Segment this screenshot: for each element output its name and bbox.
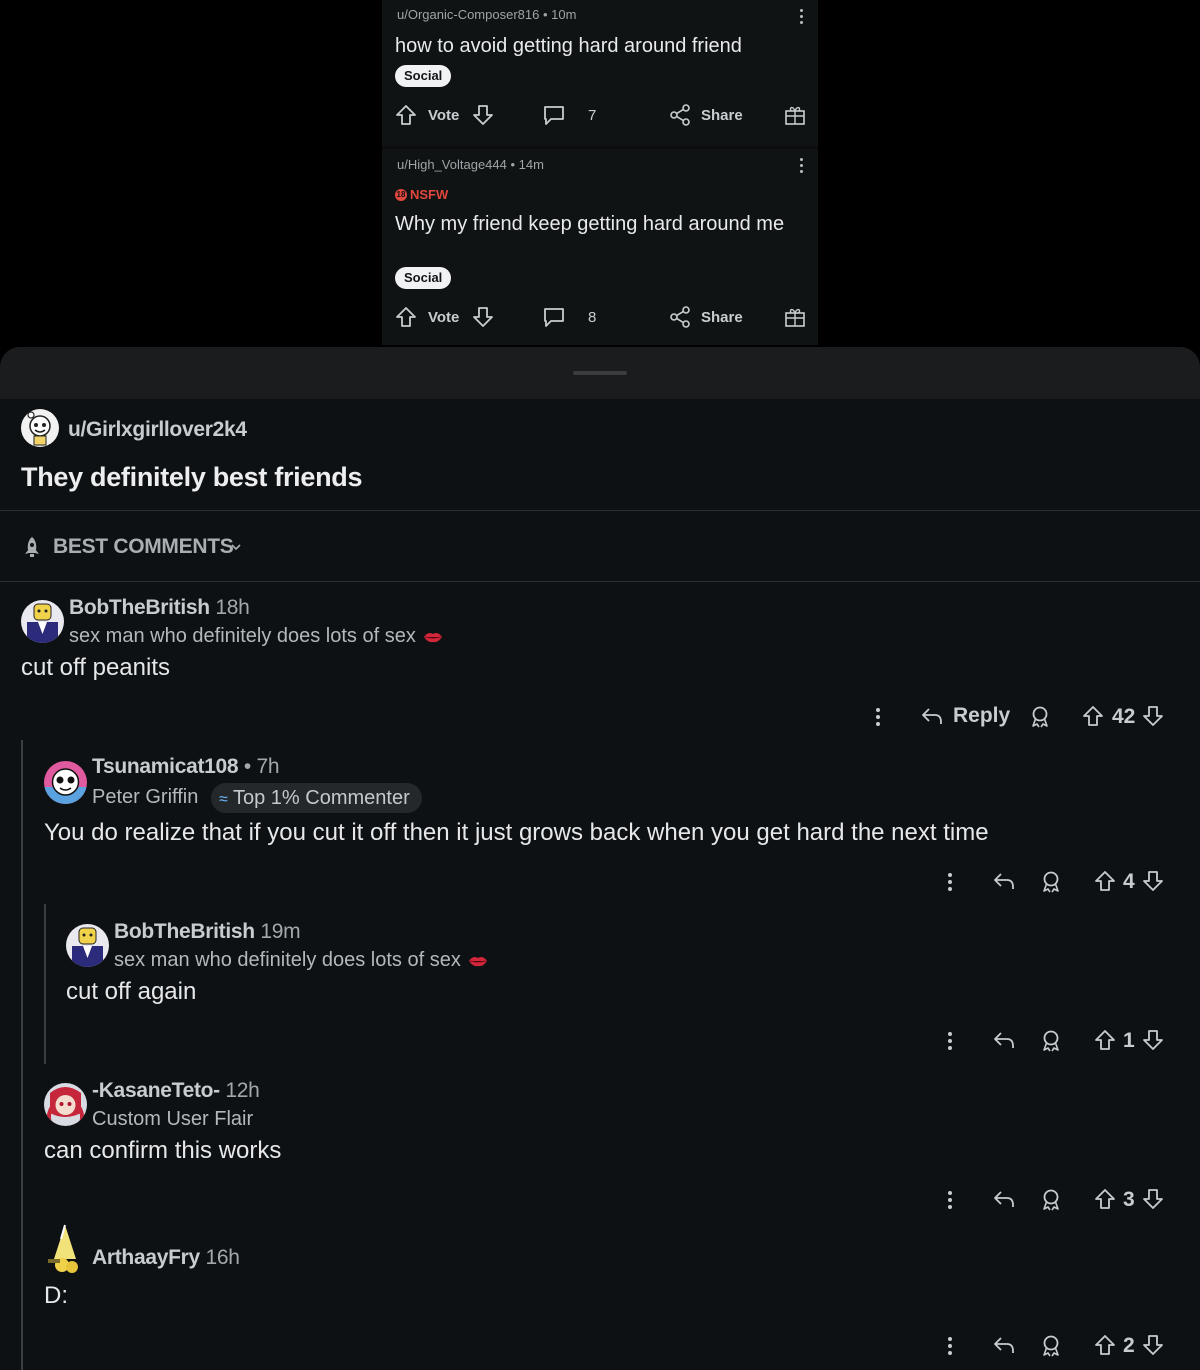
share-icon[interactable]	[668, 305, 692, 329]
comment-author[interactable]: BobTheBritish 19m	[114, 920, 301, 944]
avatar[interactable]	[44, 1223, 87, 1275]
award-icon[interactable]	[783, 305, 807, 329]
user-flair: sex man who definitely does lots of sex	[69, 625, 443, 648]
post-title[interactable]: how to avoid getting hard around friend	[395, 34, 805, 58]
reply-arrow-icon[interactable]	[992, 1029, 1016, 1051]
comment-author[interactable]: Tsunamicat108 • 7h	[92, 755, 280, 779]
comment-body: You do realize that if you cut it off th…	[44, 819, 989, 846]
thread-line[interactable]	[21, 740, 23, 1370]
feed-post[interactable]: u/Organic-Composer816 • 10m how to avoid…	[382, 0, 818, 146]
arrow-up-icon[interactable]	[395, 104, 417, 126]
award-icon[interactable]	[1029, 705, 1051, 729]
comment-author[interactable]: ArthaayFry 16h	[92, 1246, 240, 1270]
reply-arrow-icon[interactable]	[992, 870, 1016, 892]
share-icon[interactable]	[668, 103, 692, 127]
feed-post[interactable]: u/High_Voltage444 • 14m 18 NSFW Why my f…	[382, 149, 818, 345]
arrow-down-icon[interactable]	[472, 104, 494, 126]
arrow-down-icon[interactable]	[1142, 1188, 1164, 1210]
divider	[0, 510, 1200, 511]
speech-bubble-icon[interactable]	[542, 306, 566, 328]
post-title: They definitely best friends	[21, 462, 363, 492]
award-icon[interactable]	[1040, 1334, 1062, 1358]
kebab-icon[interactable]	[948, 1337, 952, 1358]
comment-author[interactable]: -KasaneTeto- 12h	[92, 1079, 260, 1103]
reply-button[interactable]: Reply	[953, 704, 1010, 728]
comment-body: cut off again	[66, 978, 197, 1005]
arrow-up-icon[interactable]	[1082, 705, 1104, 727]
reply-arrow-icon[interactable]	[992, 1188, 1016, 1210]
post-author[interactable]: u/Girlxgirllover2k4	[68, 418, 247, 442]
comment-body: D:	[44, 1282, 68, 1309]
nsfw-label: NSFW	[410, 187, 449, 202]
post-meta: u/High_Voltage444 • 14m	[397, 157, 544, 172]
kebab-icon[interactable]	[948, 1191, 952, 1212]
arrow-up-icon[interactable]	[395, 306, 417, 328]
post-meta: u/Organic-Composer816 • 10m	[397, 7, 577, 22]
arrow-up-icon[interactable]	[1094, 870, 1116, 892]
avatar[interactable]	[44, 761, 87, 804]
feed-screenshot: u/Organic-Composer816 • 10m how to avoid…	[382, 0, 818, 345]
top-commenter-badge: ≈ Top 1% Commenter	[211, 783, 422, 813]
reply-arrow-icon[interactable]	[992, 1334, 1016, 1356]
comment-count: 8	[588, 309, 597, 326]
share-label[interactable]: Share	[701, 309, 743, 326]
comments-sheet: u/Girlxgirllover2k4 They definitely best…	[0, 347, 1200, 1370]
arrow-down-icon[interactable]	[1142, 1334, 1164, 1356]
post-more-icon[interactable]	[800, 9, 804, 27]
nsfw-icon: 18	[395, 188, 407, 201]
award-icon[interactable]	[1040, 870, 1062, 894]
sort-label[interactable]: BEST COMMENTS	[53, 535, 234, 559]
sheet-header[interactable]	[0, 347, 1200, 399]
post-flair[interactable]: Social	[395, 267, 452, 289]
avatar[interactable]	[44, 1083, 87, 1126]
lips-icon	[468, 956, 487, 966]
avatar[interactable]	[21, 600, 64, 643]
wave-icon: ≈	[219, 791, 228, 808]
avatar[interactable]	[66, 924, 109, 967]
avatar[interactable]	[21, 409, 59, 447]
post-more-icon[interactable]	[800, 158, 804, 176]
lips-icon	[423, 632, 442, 642]
award-icon[interactable]	[1040, 1029, 1062, 1053]
comment-author[interactable]: BobTheBritish 18h	[69, 596, 250, 620]
vote-score: 1	[1123, 1029, 1135, 1052]
reply-arrow-icon[interactable]	[920, 705, 944, 727]
share-label[interactable]: Share	[701, 107, 743, 124]
award-icon[interactable]	[783, 103, 807, 127]
chevron-down-icon[interactable]	[229, 540, 243, 554]
arrow-up-icon[interactable]	[1094, 1334, 1116, 1356]
arrow-down-icon[interactable]	[1142, 870, 1164, 892]
comment-body: can confirm this works	[44, 1137, 282, 1164]
post-flair[interactable]: Social	[395, 65, 452, 87]
user-flair: Peter Griffin	[92, 786, 199, 808]
user-flair: sex man who definitely does lots of sex	[114, 949, 488, 972]
rocket-icon	[25, 537, 39, 557]
nsfw-tag: 18 NSFW	[395, 187, 448, 202]
arrow-down-icon[interactable]	[1142, 705, 1164, 727]
arrow-up-icon[interactable]	[1094, 1029, 1116, 1051]
arrow-down-icon[interactable]	[1142, 1029, 1164, 1051]
user-flair: Custom User Flair	[92, 1108, 254, 1130]
speech-bubble-icon[interactable]	[542, 104, 566, 126]
arrow-down-icon[interactable]	[472, 306, 494, 328]
divider	[0, 581, 1200, 582]
vote-score: 3	[1123, 1188, 1135, 1211]
vote-score: 4	[1123, 870, 1135, 893]
post-title[interactable]: Why my friend keep getting hard around m…	[395, 212, 805, 236]
arrow-up-icon[interactable]	[1094, 1188, 1116, 1210]
vote-score: 42	[1112, 705, 1136, 728]
kebab-icon[interactable]	[948, 873, 952, 894]
thread-line[interactable]	[44, 904, 46, 1064]
award-icon[interactable]	[1040, 1188, 1062, 1212]
kebab-icon[interactable]	[948, 1032, 952, 1053]
kebab-icon[interactable]	[876, 708, 880, 729]
drag-handle[interactable]	[573, 371, 627, 375]
vote-label: Vote	[428, 309, 460, 326]
comment-body: cut off peanits	[21, 654, 170, 681]
comment-count: 7	[588, 107, 597, 124]
vote-label: Vote	[428, 107, 460, 124]
vote-score: 2	[1123, 1334, 1135, 1357]
